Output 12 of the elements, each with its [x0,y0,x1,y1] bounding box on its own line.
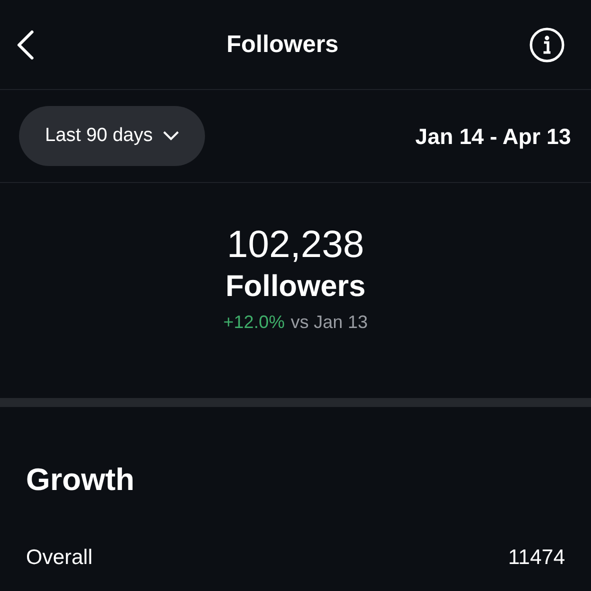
row-value: 11474 [508,544,565,570]
info-icon[interactable] [529,26,565,62]
comparison-text: vs Jan 13 [290,311,368,334]
page-title: Followers [226,30,339,60]
section-title: Growth [26,461,136,499]
date-range-dropdown[interactable]: Last 90 days [19,106,205,166]
change-percent: +12.0% [223,311,285,334]
chevron-down-icon [162,131,179,141]
follower-count: 102,238 [226,223,364,267]
followers-label: Followers [225,269,366,305]
row-label: Overall [26,544,93,570]
date-range-text: Jan 14 - Apr 13 [415,122,571,151]
